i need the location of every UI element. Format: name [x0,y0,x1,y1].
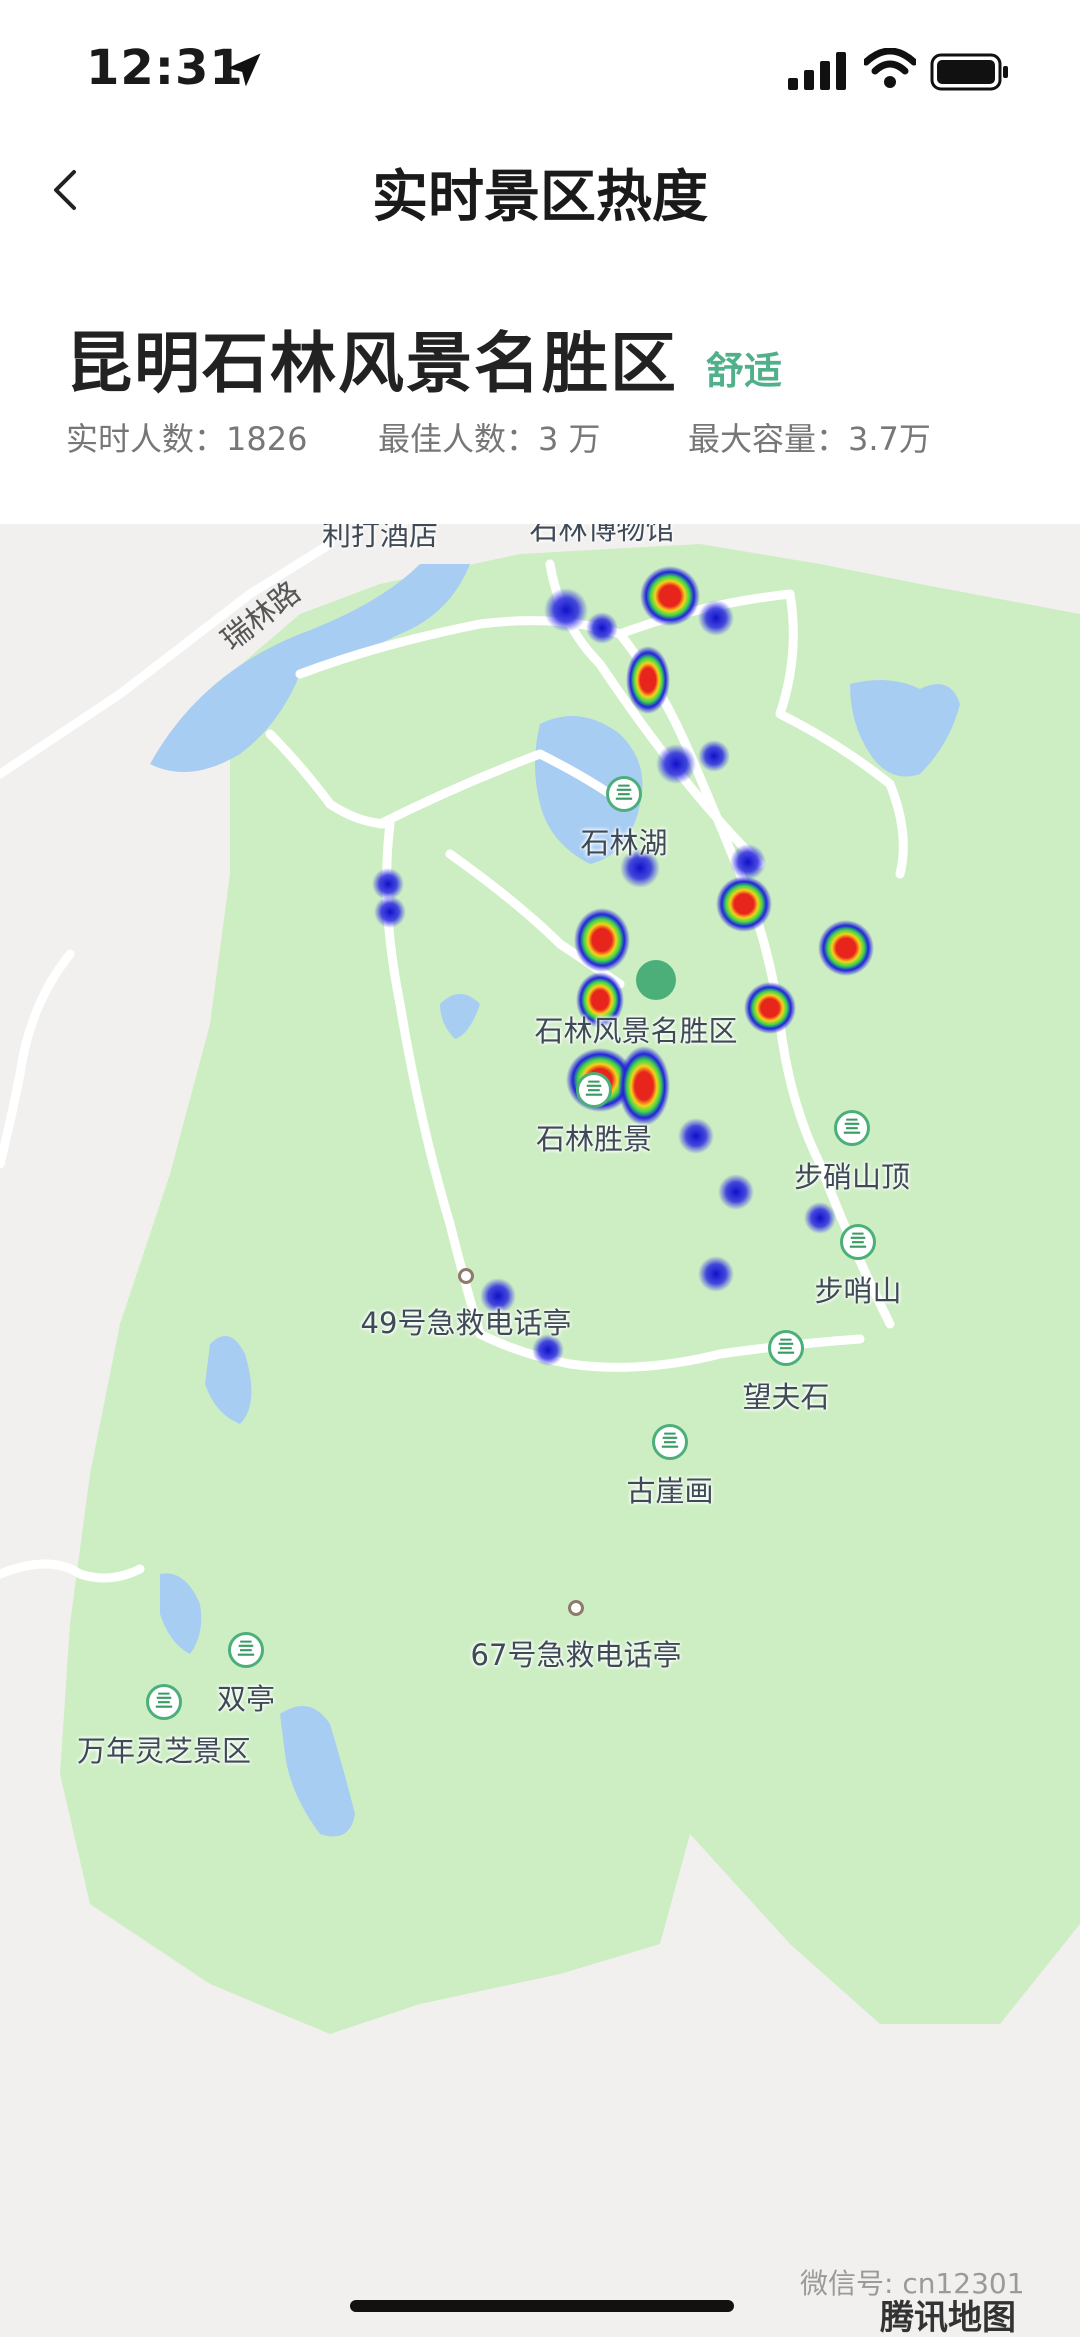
scenic-area-name: 昆明石林风景名胜区 [66,325,678,402]
camera-icon[interactable] [636,960,676,1000]
max-capacity: 最大容量：3.7万 [688,420,931,458]
location-arrow-icon [227,53,261,87]
poi-wangfu-stone[interactable]: 望夫石 [742,1374,829,1416]
comfort-status-badge: 舒适 [706,349,783,393]
scenic-spot-icon[interactable]: 亖 [834,1110,870,1146]
scenic-spot-icon[interactable]: 亖 [228,1632,264,1668]
point-icon[interactable] [458,1268,474,1284]
cellular-signal-icon [788,52,846,90]
cut-label-museum: 石林博物馆 [529,524,675,546]
poi-double-pavilion[interactable]: 双亭 [217,1676,275,1718]
scenic-spot-icon[interactable]: 亖 [576,1072,612,1108]
navigation-bar: 实时景区热度 [0,130,1080,250]
poi-bushao-hill[interactable]: 步哨山 [814,1268,901,1310]
battery-icon [930,53,1008,91]
poi-shilin-lake[interactable]: 石林湖 [580,820,667,862]
scenic-info-card: 昆明石林风景名胜区 舒适 实时人数：1826 最佳人数：3 万 最大容量：3.7… [0,250,1080,524]
status-bar: 12:31 [0,0,1080,130]
map-base-layer [0,539,1080,2034]
heat-map[interactable]: 瑞林路 利打酒店 石林博物馆 亖 石林湖 石林风景名胜区 亖 石林胜景 亖 步硝… [0,524,1080,2337]
scenic-spot-icon[interactable]: 亖 [146,1684,182,1720]
cut-label-hotel: 利打酒店 [321,524,439,552]
scenic-spot-icon[interactable]: 亖 [606,776,642,812]
page-title: 实时景区热度 [372,165,708,230]
realtime-visitors: 实时人数：1826 [66,420,308,458]
poi-shilin-view[interactable]: 石林胜景 [536,1116,652,1158]
poi-phone-booth-49[interactable]: 49号急救电话亭 [361,1300,572,1342]
scenic-spot-icon[interactable]: 亖 [652,1424,688,1460]
poi-phone-booth-67[interactable]: 67号急救电话亭 [471,1632,682,1674]
scenic-spot-icon[interactable]: 亖 [840,1224,876,1260]
wifi-icon [864,48,916,88]
scenic-spot-icon[interactable]: 亖 [768,1330,804,1366]
point-icon[interactable] [568,1600,584,1616]
optimal-visitors: 最佳人数：3 万 [378,420,601,458]
tencent-map-logo: 腾讯地图 [880,2298,1016,2338]
status-time: 12:31 [86,40,244,96]
poi-buxiao-peak[interactable]: 步硝山顶 [794,1154,910,1196]
home-indicator[interactable] [350,2300,734,2312]
poi-cliff-painting[interactable]: 古崖画 [626,1468,713,1510]
poi-lingzhi-area[interactable]: 万年灵芝景区 [77,1728,251,1770]
poi-shilin-scenic-area[interactable]: 石林风景名胜区 [534,1008,737,1050]
